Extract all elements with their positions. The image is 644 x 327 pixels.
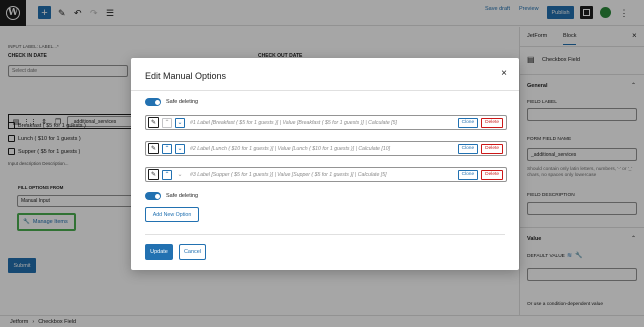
toggle-label: Safe deleting xyxy=(166,99,199,105)
delete-button[interactable]: Delete xyxy=(481,143,503,154)
move-up-icon[interactable]: ⌃ xyxy=(162,169,172,180)
move-up-icon[interactable]: ⌃ xyxy=(162,117,172,128)
add-new-option-button[interactable]: Add New Option xyxy=(145,207,199,222)
cancel-button[interactable]: Cancel xyxy=(179,244,206,260)
delete-button[interactable]: Delete xyxy=(481,117,503,128)
option-summary: #3 Label [Supper ( $5 for 1 guests )] | … xyxy=(190,171,387,178)
divider xyxy=(145,234,505,235)
toggle-label: Safe deleting xyxy=(166,193,199,199)
option-row[interactable]: ✎ ⌃ ⌄ #3 Label [Supper ( $5 for 1 guests… xyxy=(145,167,507,182)
modal-title: Edit Manual Options xyxy=(145,71,227,81)
toggle-switch[interactable] xyxy=(145,192,161,200)
clone-button[interactable]: Clone xyxy=(457,117,479,128)
divider xyxy=(131,90,519,91)
move-down-icon[interactable]: ⌄ xyxy=(175,170,185,180)
option-summary: #1 Label [Breakfast ( $5 for 1 guests )]… xyxy=(190,119,397,126)
safe-deleting-toggle-top[interactable]: Safe deleting xyxy=(145,98,198,106)
clone-button[interactable]: Clone xyxy=(457,169,479,180)
safe-deleting-toggle-bottom[interactable]: Safe deleting xyxy=(145,192,198,200)
move-down-icon[interactable]: ⌄ xyxy=(175,143,185,154)
move-down-icon[interactable]: ⌄ xyxy=(175,117,185,128)
edit-pencil-icon[interactable]: ✎ xyxy=(148,143,159,154)
option-row[interactable]: ✎ ⌃ ⌄ #1 Label [Breakfast ( $5 for 1 gue… xyxy=(145,115,507,130)
option-summary: #2 Label [Lunch ( $10 for 1 guests )] | … xyxy=(190,145,391,152)
edit-pencil-icon[interactable]: ✎ xyxy=(148,117,159,128)
clone-button[interactable]: Clone xyxy=(457,143,479,154)
edit-manual-options-modal: Edit Manual Options × Safe deleting ✎ ⌃ … xyxy=(131,58,519,270)
option-row[interactable]: ✎ ⌃ ⌄ #2 Label [Lunch ( $10 for 1 guests… xyxy=(145,141,507,156)
edit-pencil-icon[interactable]: ✎ xyxy=(148,169,159,180)
delete-button[interactable]: Delete xyxy=(481,169,503,180)
update-button[interactable]: Update xyxy=(145,244,173,260)
move-up-icon[interactable]: ⌃ xyxy=(162,143,172,154)
close-icon[interactable]: × xyxy=(498,68,510,79)
toggle-switch[interactable] xyxy=(145,98,161,106)
